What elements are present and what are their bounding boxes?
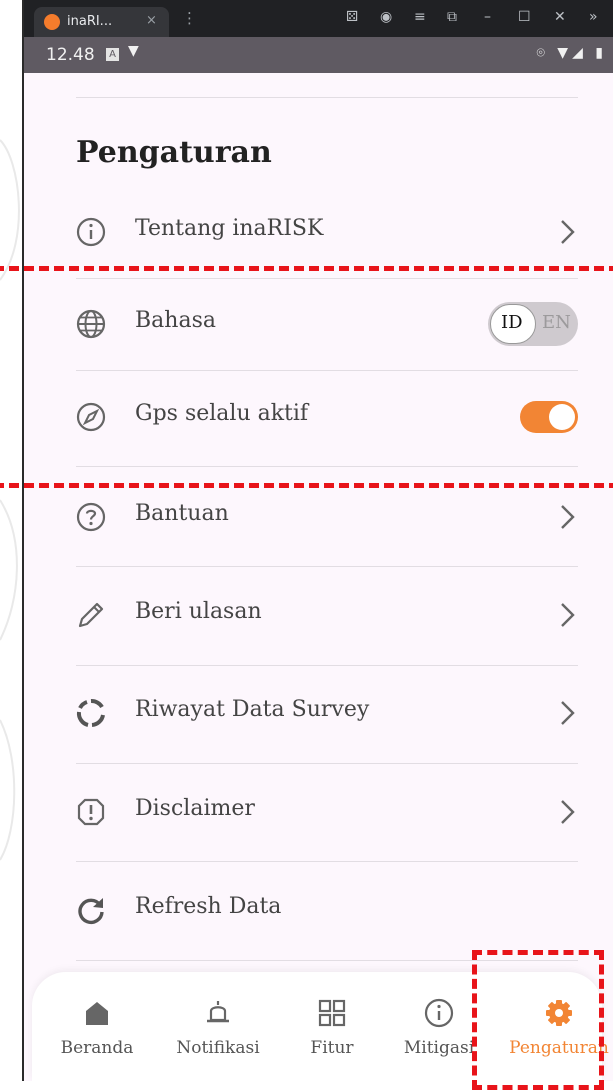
refresh-icon: [78, 898, 104, 925]
status-signal-icons: ⌾ ▼◢ ▮: [536, 45, 607, 61]
warning-icon: [77, 798, 105, 826]
nav-label: Beranda: [60, 1038, 134, 1058]
maximize-icon[interactable]: ☐: [518, 9, 531, 25]
divider: [76, 566, 578, 567]
status-bar: 12.48 A ▼ ⌾ ▼◢ ▮: [24, 37, 613, 73]
row-label: Refresh Data: [135, 894, 282, 919]
nav-label: Mitigasi: [403, 1038, 475, 1058]
window-titlebar: inaRI... × ⋮ ⚄ ◉ ≡ ⧉ – ☐ ✕ »: [24, 0, 613, 37]
kebab-menu-icon[interactable]: ⋮: [182, 9, 197, 27]
grid-icon: [318, 999, 346, 1027]
settings-row-tentang[interactable]: Tentang inaRISK: [76, 202, 578, 262]
tab-title: inaRI...: [67, 14, 113, 29]
divider: [76, 763, 578, 764]
window-border: [22, 0, 24, 1081]
help-icon: [76, 502, 106, 532]
status-download-icon: ▼: [128, 43, 139, 59]
chevron-right-icon: [561, 220, 575, 244]
info-icon: [424, 998, 454, 1028]
row-label: Beri ulasan: [135, 599, 262, 624]
divider: [76, 665, 578, 666]
nav-notifikasi[interactable]: Notifikasi: [163, 998, 273, 1058]
settings-row-ulasan[interactable]: Beri ulasan: [76, 585, 578, 645]
nav-beranda[interactable]: Beranda: [42, 998, 152, 1058]
account-icon[interactable]: ◉: [380, 9, 392, 25]
status-a-icon: A: [106, 48, 119, 61]
app-favicon-icon: [44, 14, 60, 30]
gamepad-icon[interactable]: ⚄: [346, 9, 358, 25]
nav-label: Fitur: [310, 1038, 354, 1058]
row-label: Riwayat Data Survey: [135, 697, 370, 722]
restore-icon[interactable]: ⧉: [447, 9, 457, 25]
chevron-right-icon: [561, 800, 575, 824]
row-label: Tentang inaRISK: [135, 216, 324, 241]
settings-row-disclaimer[interactable]: Disclaimer: [76, 782, 578, 842]
divider: [76, 861, 578, 862]
nav-label: Notifikasi: [176, 1038, 260, 1058]
minimize-icon[interactable]: –: [484, 9, 491, 25]
annotation-highlight-toggles: [0, 266, 613, 488]
home-icon: [86, 1002, 108, 1025]
nav-fitur[interactable]: Fitur: [277, 998, 387, 1058]
bell-icon: [207, 1001, 229, 1023]
emulator-window: inaRI... × ⋮ ⚄ ◉ ≡ ⧉ – ☐ ✕ » 12.48 A ▼ ⌾…: [24, 0, 613, 1081]
annotation-highlight-pengaturan: [472, 950, 604, 1090]
row-label: Disclaimer: [135, 796, 255, 821]
browser-tab[interactable]: inaRI... ×: [34, 7, 169, 37]
settings-row-bantuan[interactable]: Bantuan: [76, 487, 578, 547]
chevron-right-icon: [561, 603, 575, 627]
status-time: 12.48: [46, 45, 95, 65]
info-icon: [76, 217, 106, 247]
chevron-right-icon: [561, 505, 575, 529]
divider: [76, 97, 578, 98]
settings-row-riwayat[interactable]: Riwayat Data Survey: [76, 683, 578, 743]
chevron-right-icon: [561, 701, 575, 725]
pencil-icon: [78, 602, 104, 628]
page-title: Pengaturan: [76, 135, 272, 170]
history-icon: [76, 699, 105, 727]
settings-row-refresh[interactable]: Refresh Data: [76, 880, 578, 940]
row-label: Bantuan: [135, 501, 229, 526]
close-window-icon[interactable]: ✕: [554, 9, 566, 25]
overflow-icon[interactable]: »: [589, 9, 598, 25]
hamburger-icon[interactable]: ≡: [414, 9, 426, 25]
tab-close-icon[interactable]: ×: [146, 13, 157, 28]
